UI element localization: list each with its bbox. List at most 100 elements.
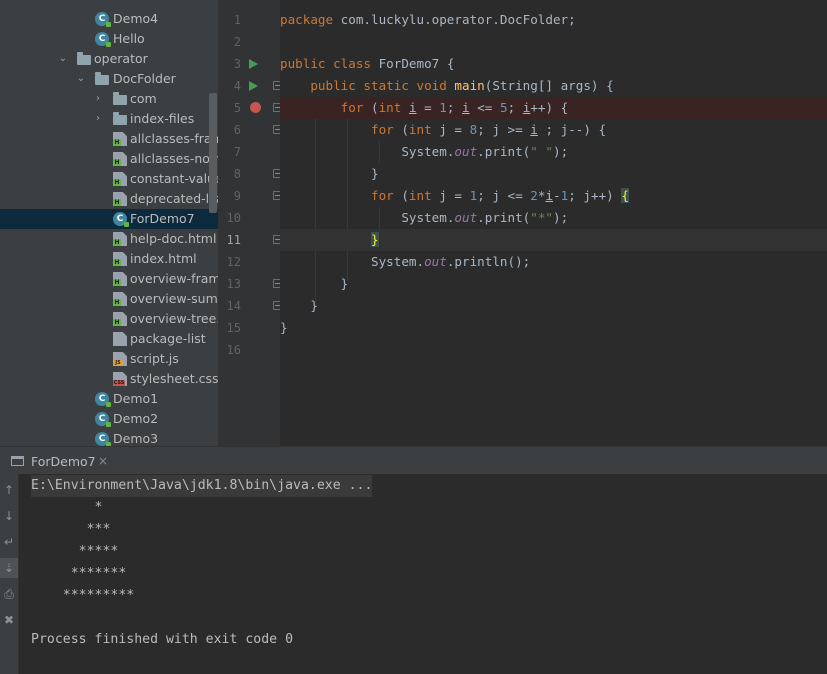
line-number: 10 [226,211,241,225]
run-side-toolbar: ↑ ↓ ↵ ⇣ ⎙ ✖ [0,474,19,674]
tree-item-demo2[interactable]: C Demo2 [0,409,218,429]
chevron-down-icon[interactable]: ⌄ [58,49,68,69]
tree-item-help-doc[interactable]: help-doc.html [0,229,218,249]
run-console[interactable]: E:\Environment\Java\jdk1.8\bin\java.exe … [19,474,827,674]
code-line-10: System.out.print("*"); [280,207,827,229]
keyword: int [408,122,432,137]
code-text: ); [552,210,569,225]
console-exit-message: Process finished with exit code 0 [31,632,294,647]
html-file-icon [113,172,127,186]
tree-item-overview-summary[interactable]: overview-summary.html [0,289,218,309]
tree-item-script-js[interactable]: script.js [0,349,218,369]
code-line-12: System.out.println(); [280,251,827,273]
js-file-icon [113,352,127,366]
line-number: 7 [233,145,241,159]
static-field: out [454,144,478,159]
breakpoint-icon[interactable] [250,102,261,113]
code-text: ( [363,100,379,115]
tree-item-com[interactable]: › com [0,89,218,109]
line-number: 4 [233,79,241,93]
scroll-to-end-icon[interactable]: ⇣ [0,558,18,578]
console-output-line: ********* [31,588,135,603]
close-icon[interactable]: × [98,447,108,476]
static-field: out [454,210,478,225]
soft-wrap-icon[interactable]: ↵ [0,532,18,552]
html-file-icon [113,232,127,246]
class-icon: C [95,392,111,407]
code-line-3: public class ForDemo7 { [280,53,827,75]
code-editor[interactable]: package com.luckylu.operator.DocFolder; … [280,0,827,446]
variable: i [408,100,417,115]
line-number: 2 [233,35,241,49]
run-class-icon[interactable] [249,59,258,69]
code-text: ( [393,122,409,137]
tree-item-overview-tree[interactable]: overview-tree.html [0,309,218,329]
down-arrow-icon[interactable]: ↓ [0,506,18,526]
tree-item-overview-frame[interactable]: overview-frame.html [0,269,218,289]
html-file-icon [113,132,127,146]
code-text: ; j--) { [537,122,607,137]
code-text: System. [401,144,455,159]
html-file-icon [113,152,127,166]
code-text: ++) { [530,100,569,115]
console-icon [11,456,24,466]
tree-item-demo4[interactable]: C Demo4 [0,9,218,29]
up-arrow-icon[interactable]: ↑ [0,480,18,500]
tree-item-deprecated-list[interactable]: deprecated-list.html [0,189,218,209]
code-text: ; [507,100,523,115]
editor-gutter[interactable]: 1 2 3 4 5 6 7 8 9 10 11 12 13 14 15 16 [218,0,282,446]
tree-item-stylesheet-css[interactable]: stylesheet.css [0,369,218,389]
keyword: for [371,188,394,203]
project-tree: C Demo4 C Hello ⌄ operator ⌄ DocFolder ›… [0,0,218,446]
class-icon: C [95,12,111,27]
tree-item-index-files[interactable]: › index-files [0,109,218,129]
keyword: int [408,188,432,203]
tree-item-index-html[interactable]: index.html [0,249,218,269]
code-line-4: public static void main(String[] args) { [280,75,827,97]
chevron-right-icon[interactable]: › [93,109,103,129]
code-line-7: System.out.print(" "); [280,141,827,163]
run-tab-label: ForDemo7 [31,454,96,469]
line-number: 1 [233,13,241,27]
trash-icon[interactable]: ✖ [0,610,18,630]
run-main-icon[interactable] [249,81,258,91]
tree-item-fordemo7[interactable]: C ForDemo7 [0,209,218,229]
chevron-right-icon[interactable]: › [93,89,103,109]
tree-scrollbar[interactable] [209,93,217,213]
code-text: } [310,298,318,313]
tree-item-docfolder[interactable]: ⌄ DocFolder [0,69,218,89]
keyword: for [371,122,394,137]
tree-item-allclasses-noframe[interactable]: allclasses-noframe.html [0,149,218,169]
code-text: <= [469,100,500,115]
tree-item-constant-values[interactable]: constant-values.html [0,169,218,189]
code-text: ; j <= [477,188,531,203]
console-output-line: ***** [31,544,119,559]
code-text: } [340,276,349,291]
number: 1 [439,100,447,115]
code-line-6: for (int j = 8; j >= i ; j--) { [280,119,827,141]
code-text: } [371,166,379,181]
chevron-down-icon[interactable]: ⌄ [76,69,86,89]
run-tab-fordemo7[interactable]: ForDemo7 × [0,447,120,475]
line-number: 14 [226,299,241,313]
code-text: } [280,320,288,335]
tree-item-demo3[interactable]: C Demo3 [0,429,218,446]
tree-item-allclasses-frame[interactable]: allclasses-frame.html [0,129,218,149]
tree-item-demo1[interactable]: C Demo1 [0,389,218,409]
number: 2 [530,188,538,203]
code-line-13: } [280,273,827,295]
tree-item-hello[interactable]: C Hello [0,29,218,49]
css-file-icon [113,372,127,386]
text-file-icon [113,332,127,346]
code-text: ForDemo7 { [371,56,455,71]
tree-item-package-list[interactable]: package-list [0,329,218,349]
folder-icon [113,92,127,105]
tree-item-operator[interactable]: ⌄ operator [0,49,218,69]
class-icon: C [95,32,111,47]
class-icon: C [113,212,129,227]
print-icon[interactable]: ⎙ [0,584,18,604]
method-name: main [454,78,485,93]
